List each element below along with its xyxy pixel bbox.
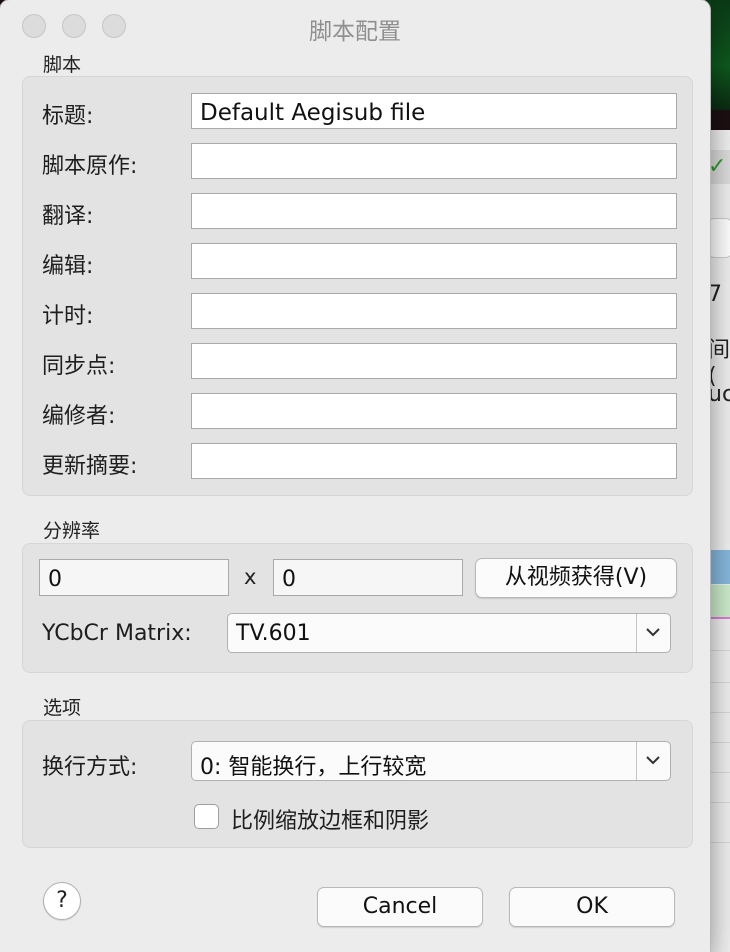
resolution-width-field[interactable]: 0 <box>39 559 229 596</box>
editing-field[interactable] <box>191 243 677 279</box>
title-label: 标题: <box>42 104 94 129</box>
background-text: 间( <box>708 338 730 389</box>
timing-field[interactable] <box>191 293 677 329</box>
ycbcr-matrix-value: TV.601 <box>236 621 311 646</box>
wrap-style-select[interactable]: 0: 智能换行，上行较宽 <box>191 741 671 781</box>
title-field[interactable]: Default Aegisub file <box>191 93 677 129</box>
scale-border-checkbox[interactable] <box>194 804 219 829</box>
title-bar[interactable]: 脚本配置 <box>0 0 710 52</box>
chevron-down-icon[interactable] <box>636 614 670 652</box>
help-button[interactable]: ? <box>43 882 81 920</box>
background-button <box>708 218 730 258</box>
background-text: uc <box>708 382 730 407</box>
cancel-button[interactable]: Cancel <box>317 887 483 927</box>
updated-by-field[interactable] <box>191 393 677 429</box>
ycbcr-matrix-select[interactable]: TV.601 <box>227 613 671 653</box>
sync-point-label: 同步点: <box>42 354 116 379</box>
script-section-label: 脚本 <box>43 54 82 76</box>
translation-label: 翻译: <box>42 204 94 229</box>
ok-button[interactable]: OK <box>509 887 675 927</box>
background-text: 7 <box>708 282 722 307</box>
translation-field[interactable] <box>191 193 677 229</box>
wrap-style-value: 0: 智能换行，上行较宽 <box>200 755 427 780</box>
resolution-height-field[interactable]: 0 <box>273 559 463 596</box>
dialog-title: 脚本配置 <box>309 19 401 45</box>
chevron-down-icon[interactable] <box>636 742 670 780</box>
resolution-section-label: 分辨率 <box>43 520 101 542</box>
original-script-field[interactable] <box>191 143 677 179</box>
original-script-label: 脚本原作: <box>42 154 138 179</box>
update-details-label: 更新摘要: <box>42 454 138 479</box>
ycbcr-matrix-label: YCbCr Matrix: <box>42 621 192 646</box>
script-group <box>22 76 693 496</box>
wrap-style-label: 换行方式: <box>42 755 138 780</box>
updated-by-label: 编修者: <box>42 404 116 429</box>
sync-point-field[interactable] <box>191 343 677 379</box>
commit-check-icon: ✓ <box>708 150 730 184</box>
from-video-button[interactable]: 从视频获得(V) <box>475 558 677 598</box>
update-details-field[interactable] <box>191 443 677 479</box>
scale-border-label[interactable]: 比例缩放边框和阴影 <box>231 803 429 835</box>
resolution-separator: x <box>244 565 257 589</box>
options-section-label: 选项 <box>43 697 82 719</box>
timing-label: 计时: <box>42 304 94 329</box>
script-properties-dialog: 脚本配置 脚本 标题: Default Aegisub file 脚本原作: 翻… <box>0 0 710 952</box>
editing-label: 编辑: <box>42 254 94 279</box>
